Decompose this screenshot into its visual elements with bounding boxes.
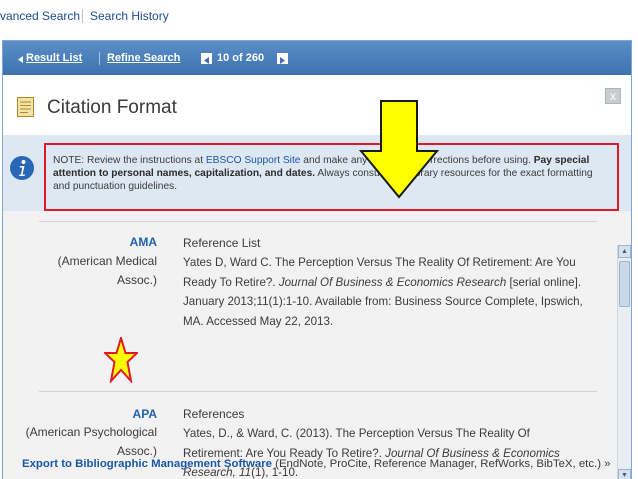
result-navigation-bar: Result List Refine Search 10 of 260 (3, 41, 631, 75)
record-counter: 10 of 260 (217, 52, 265, 64)
citation-text: Yates, D., & Ward, C. (2013). The Percep… (183, 424, 593, 479)
reference-heading: Reference List (183, 236, 261, 250)
journal-title: Journal Of Business & Economics Research (278, 275, 507, 289)
caret-down-icon: ▼ (621, 472, 628, 479)
vertical-scrollbar[interactable]: ▲ ▼ (617, 245, 631, 479)
export-bar: Export to Bibliographic Management Softw… (22, 458, 611, 470)
dialog-title: Citation Format (47, 97, 177, 118)
refine-search-link[interactable]: Refine Search (107, 52, 180, 64)
citation-dialog: Result List Refine Search 10 of 260 Cita… (2, 40, 632, 479)
scroll-thumb[interactable] (619, 261, 630, 307)
caret-left-icon (18, 56, 23, 63)
scroll-up-button[interactable]: ▲ (618, 245, 631, 258)
citation-style-name: AMA (129, 235, 157, 249)
citation-text: Yates D, Ward C. The Perception Versus T… (183, 253, 593, 331)
annotation-star-icon (104, 337, 138, 383)
triangle-right-icon (280, 57, 285, 64)
result-list-link[interactable]: Result List (26, 52, 82, 64)
divider (39, 391, 597, 392)
top-link-bar: vanced Search Search History (0, 0, 638, 34)
info-icon (10, 156, 34, 180)
divider (39, 221, 597, 222)
next-record-button[interactable] (277, 53, 288, 64)
caret-up-icon: ▲ (621, 248, 628, 255)
search-history-link[interactable]: Search History (90, 9, 169, 23)
triangle-left-icon (204, 57, 209, 64)
previous-record-button[interactable] (201, 53, 212, 64)
scroll-down-button[interactable]: ▼ (618, 469, 631, 479)
citation-style-description: Assoc.) (116, 273, 157, 287)
close-button[interactable]: x (605, 88, 621, 104)
advanced-search-link[interactable]: vanced Search (0, 9, 80, 23)
citation-style-description: (American Medical (57, 254, 157, 268)
citation-note: NOTE: Review the instructions at EBSCO S… (44, 143, 619, 211)
export-bibliographic-link[interactable]: Export to Bibliographic Management Softw… (22, 458, 272, 470)
annotation-arrow-icon (359, 100, 439, 199)
citation-list: AMA (American Medical Assoc.) Reference … (3, 211, 631, 479)
divider (82, 9, 83, 23)
reference-heading: References (183, 407, 245, 421)
close-icon: x (610, 89, 616, 103)
document-icon (17, 97, 34, 117)
note-prefix: NOTE: Review the instructions at (53, 155, 206, 166)
divider (99, 52, 100, 65)
citation-style-description: (American Psychological (25, 425, 157, 439)
export-formats: (EndNote, ProCite, Reference Manager, Re… (272, 458, 611, 470)
ebsco-support-link[interactable]: EBSCO Support Site (206, 155, 301, 166)
citation-style-name: APA (132, 407, 157, 421)
